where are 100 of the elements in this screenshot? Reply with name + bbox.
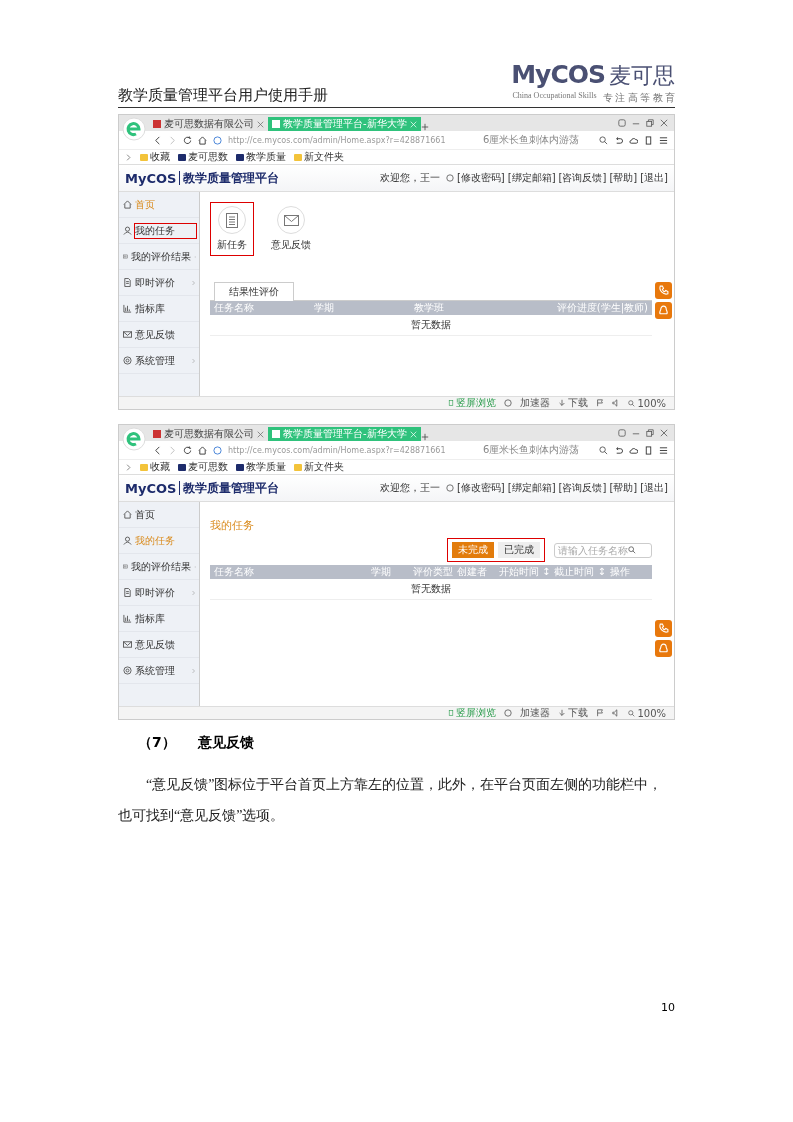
bookmark[interactable]: 新文件夹 (294, 150, 344, 164)
phone-icon (644, 135, 653, 145)
sidebar-label: 首页 (135, 197, 156, 212)
page-title: 我的任务 (210, 518, 255, 533)
close-icon (660, 119, 668, 127)
search-icon (628, 546, 636, 554)
settings-icon (123, 356, 132, 365)
sidebar-item[interactable]: 指标库 (119, 296, 199, 322)
phone-button[interactable] (655, 282, 672, 299)
sidebar-item[interactable]: 首页 (119, 502, 199, 528)
bookmark-logo-icon (236, 153, 244, 161)
welcome-text: 欢迎您，王一 (379, 171, 440, 185)
folder-icon (294, 153, 302, 161)
header-link[interactable]: [绑定邮箱] (507, 171, 556, 185)
reload-icon (183, 135, 192, 145)
header-link[interactable]: [退出] (640, 481, 668, 495)
phone-icon (658, 285, 669, 296)
sidebar-item[interactable]: 我的任务 (119, 218, 199, 244)
search-field[interactable]: 6厘米长鱼刺体内游荡 (483, 443, 593, 457)
sidebar-label: 我的评价结果 (130, 249, 191, 264)
column-header: 评价进度(学生|教师) (555, 301, 648, 315)
phone-icon (644, 445, 653, 455)
bookmark[interactable]: 收藏 (140, 460, 170, 474)
section-title: 意见反馈 (197, 734, 254, 752)
search-field[interactable]: 请输入任务名称 (554, 542, 652, 558)
shortcut-tile[interactable]: 意见反馈 (264, 202, 318, 256)
document-icon (123, 588, 132, 597)
phone-icon (448, 709, 455, 717)
status-item[interactable]: 加速器 (520, 396, 551, 410)
bookmark[interactable]: 教学质量 (236, 460, 286, 474)
search-icon (599, 445, 608, 455)
sidebar-item[interactable]: 意见反馈 (119, 322, 199, 348)
header-link[interactable]: [绑定邮箱] (507, 481, 556, 495)
chat-button[interactable] (655, 302, 672, 319)
sidebar-item[interactable]: 指标库 (119, 606, 199, 632)
brand-logo: MyCOS (125, 480, 177, 496)
body-paragraph: “意见反馈”图标位于平台首页上方靠左的位置，此外，在平台页面左侧的功能栏中，也可找到“意见反馈”选项。 (118, 776, 664, 825)
flag-icon (596, 399, 605, 407)
brand-logo: MyCOS (125, 170, 177, 186)
sidebar-item[interactable]: 我的评价结果 (119, 554, 199, 580)
header-link[interactable]: [咨询反馈] (558, 481, 607, 495)
status-item[interactable]: 下载 (558, 396, 589, 410)
mail-icon (123, 640, 132, 649)
mail-icon (283, 214, 299, 226)
close-icon (257, 120, 264, 128)
column-header: 截止时间 ↕ (554, 565, 606, 579)
header-link[interactable]: [帮助] (609, 481, 638, 495)
undo-icon (614, 445, 623, 455)
empty-message: 暂无数据 (411, 582, 451, 596)
shortcut-tile[interactable]: 新任务 (210, 202, 254, 256)
bookmark[interactable]: 麦可思数 (178, 150, 228, 164)
bookmark[interactable]: 教学质量 (236, 150, 286, 164)
bookmark[interactable]: 麦可思数 (178, 460, 228, 474)
sidebar-item[interactable]: 意见反馈 (119, 632, 199, 658)
menu-icon (659, 135, 668, 145)
search-field[interactable]: 6厘米长鱼刺体内游荡 (483, 133, 593, 147)
status-item[interactable]: 下载 (558, 706, 589, 720)
search-icon (599, 135, 608, 145)
cloud-icon (629, 135, 638, 145)
header-link[interactable]: [修改密码] (456, 171, 505, 185)
filter-button[interactable]: 已完成 (498, 542, 540, 558)
browser-tab[interactable]: 麦可思数据有限公司 (149, 427, 268, 441)
header-link[interactable]: [修改密码] (456, 481, 505, 495)
menu-icon (659, 445, 668, 455)
sidebar-label: 意见反馈 (135, 637, 176, 652)
welcome-text: 欢迎您，王一 (379, 481, 440, 495)
help-icon (445, 484, 454, 492)
sidebar-item[interactable]: 系统管理 (119, 658, 199, 684)
history-icon (504, 399, 513, 407)
sidebar-label: 我的任务 (135, 533, 176, 548)
browser-tab[interactable]: 麦可思数据有限公司 (149, 117, 268, 131)
sidebar-item[interactable]: 系统管理 (119, 348, 199, 374)
column-header: 任务名称 (214, 565, 255, 579)
zoom-level[interactable]: 100% (628, 397, 666, 409)
cloud-icon (629, 445, 638, 455)
user-icon (123, 226, 132, 235)
list-icon (123, 562, 128, 571)
column-header: 开始时间 ↕ (498, 565, 551, 579)
zoom-level[interactable]: 100% (628, 707, 666, 719)
header-link[interactable]: [咨询反馈] (558, 171, 607, 185)
help-icon (445, 174, 454, 182)
content-tab[interactable]: 结果性评价 (214, 282, 294, 301)
reload-icon (183, 445, 192, 455)
phone-button[interactable] (655, 620, 672, 637)
bookmark[interactable]: 收藏 (140, 150, 170, 164)
sidebar-label: 指标库 (135, 301, 166, 316)
status-item[interactable]: 加速器 (520, 706, 551, 720)
header-link[interactable]: [退出] (640, 171, 668, 185)
bookmark[interactable]: 新文件夹 (294, 460, 344, 474)
document-icon (123, 278, 132, 287)
header-link[interactable]: [帮助] (609, 171, 638, 185)
flag-icon (596, 709, 605, 717)
sidebar-item[interactable]: 即时评价 (119, 270, 199, 296)
favicon-icon (153, 430, 161, 438)
company-logo: MyCOS 麦可思 China Occupational Skills 专 注 高 等 教 育 (511, 60, 675, 105)
restore-icon (646, 119, 654, 127)
chat-button[interactable] (655, 640, 672, 657)
sidebar-item[interactable]: 我的评价结果 (119, 244, 199, 270)
sidebar-item[interactable]: 即时评价 (119, 580, 199, 606)
close-icon (257, 430, 264, 438)
